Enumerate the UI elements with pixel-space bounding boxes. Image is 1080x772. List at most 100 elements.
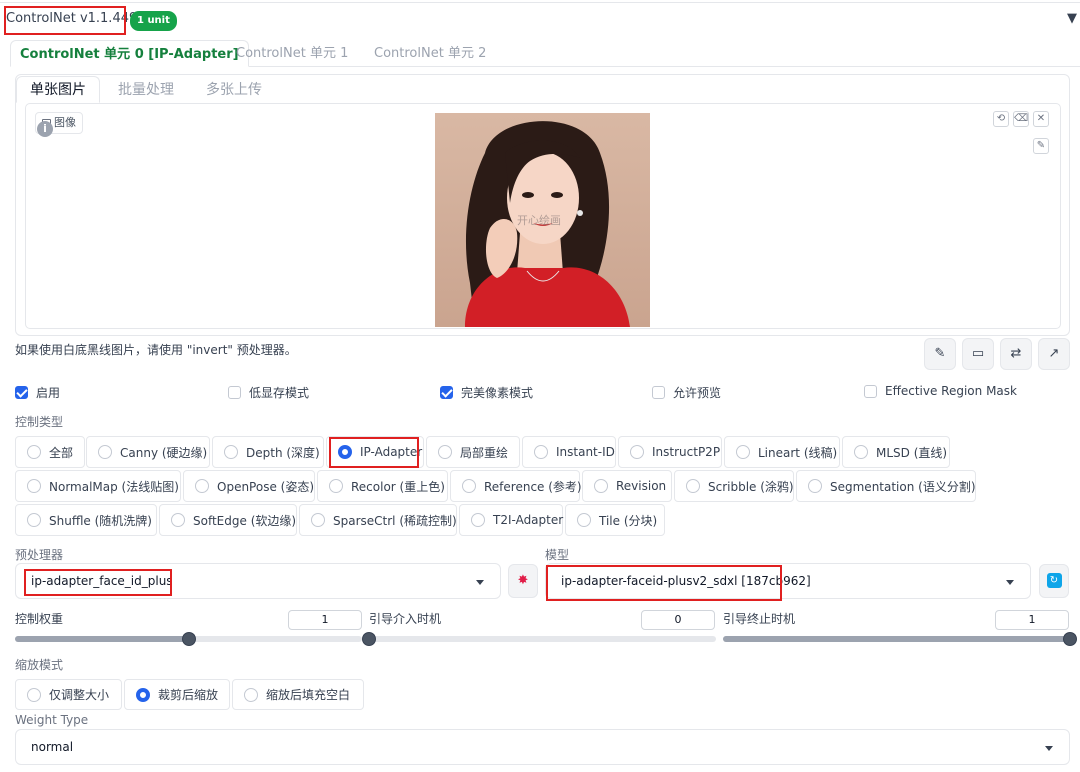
tab-single-image[interactable]: 单张图片 <box>16 76 100 103</box>
control-type-canny[interactable]: Canny (硬边缘) <box>86 436 210 468</box>
control-type-ip-adapter[interactable]: IP-Adapter <box>326 436 424 468</box>
control-type-softedge-radio[interactable] <box>171 513 185 527</box>
control-type-recolor-radio[interactable] <box>329 479 343 493</box>
checkbox-enable-box[interactable] <box>15 386 28 399</box>
checkbox-allow-preview[interactable]: 允许预览 <box>652 384 721 401</box>
guidance-end-input[interactable]: 1 <box>995 610 1069 630</box>
tab-unit-0[interactable]: ControlNet 单元 0 [IP-Adapter] <box>10 40 249 67</box>
control-type-sparsectrl-radio[interactable] <box>311 513 325 527</box>
control-type-reference-radio[interactable] <box>462 479 476 493</box>
guidance-start-slider[interactable] <box>362 632 716 646</box>
checkbox-low-vram-box[interactable] <box>228 386 241 399</box>
guidance-end-slider[interactable] <box>723 632 1077 646</box>
model-value: ip-adapter-faceid-plusv2_sdxl [187cb962] <box>561 574 811 588</box>
resize-mode-resize-fill[interactable]: 缩放后填充空白 <box>232 679 364 710</box>
camera-icon[interactable]: ▭ <box>962 338 994 370</box>
resize-mode-just-resize[interactable]: 仅调整大小 <box>15 679 122 710</box>
tab-batch[interactable]: 批量处理 <box>118 77 174 104</box>
control-weight-input[interactable]: 1 <box>288 610 362 630</box>
control-type-ip-adapter-radio[interactable] <box>338 445 352 459</box>
weight-type-select[interactable]: normal <box>15 729 1070 765</box>
control-type-segmentation[interactable]: Segmentation (语义分割) <box>796 470 976 502</box>
preprocessor-select[interactable]: ip-adapter_face_id_plus <box>15 563 501 599</box>
control-type-shuffle[interactable]: Shuffle (随机洗牌) <box>15 504 157 536</box>
guidance-start-input[interactable]: 0 <box>641 610 715 630</box>
control-type-instructp2p[interactable]: InstructP2P <box>618 436 722 468</box>
refresh-models-button[interactable]: ↻ <box>1039 564 1069 598</box>
control-type-instructp2p-radio[interactable] <box>630 445 644 459</box>
control-type-normalmap[interactable]: NormalMap (法线贴图) <box>15 470 181 502</box>
undo-icon[interactable]: ⟲ <box>993 111 1009 127</box>
info-icon[interactable]: i <box>37 121 53 137</box>
checkbox-enable[interactable]: 启用 <box>15 384 60 401</box>
control-type-lineart-radio[interactable] <box>736 445 750 459</box>
control-type-canny-label: Canny (硬边缘) <box>120 445 208 460</box>
control-type-inpaint[interactable]: 局部重绘 <box>426 436 520 468</box>
resize-mode-crop-resize[interactable]: 裁剪后缩放 <box>124 679 230 710</box>
control-type-t2i-adapter-radio[interactable] <box>471 513 485 527</box>
resize-mode-resize-fill-radio[interactable] <box>244 687 258 702</box>
checkbox-low-vram[interactable]: 低显存模式 <box>228 384 309 401</box>
control-weight-label: 控制权重 <box>15 612 64 626</box>
control-type-shuffle-radio[interactable] <box>27 513 41 527</box>
tab-multi-upload[interactable]: 多张上传 <box>206 77 262 104</box>
image-dropzone[interactable]: 图像 i 开心绘画 ⟲ ⌫ ✕ ✎ <box>25 103 1061 329</box>
control-type-segmentation-radio[interactable] <box>808 479 822 493</box>
control-type-reference[interactable]: Reference (参考) <box>450 470 582 502</box>
control-type-depth[interactable]: Depth (深度) <box>212 436 324 468</box>
run-preprocessor-icon[interactable]: ✸ <box>508 564 538 598</box>
eraser-icon[interactable]: ⌫ <box>1013 111 1029 127</box>
control-type-t2i-adapter[interactable]: T2I-Adapter <box>459 504 563 536</box>
guidance-end-thumb[interactable] <box>1063 632 1077 646</box>
panel-title[interactable]: ControlNet v1.1.449 <box>6 11 137 26</box>
close-icon[interactable]: ✕ <box>1033 111 1049 127</box>
triangle-down-icon[interactable]: ▼ <box>1067 11 1077 26</box>
model-select[interactable]: ip-adapter-faceid-plusv2_sdxl [187cb962] <box>545 563 1031 599</box>
control-type-softedge-label: SoftEdge (软边缘) <box>193 513 297 528</box>
control-type-segmentation-label: Segmentation (语义分割) <box>830 479 976 494</box>
control-type-instant-id[interactable]: Instant-ID <box>522 436 616 468</box>
checkbox-effective-region-mask-box[interactable] <box>864 384 877 398</box>
control-type-depth-label: Depth (深度) <box>246 445 320 460</box>
send-dimensions-icon[interactable]: ↗ <box>1038 338 1070 370</box>
control-type-mlsd[interactable]: MLSD (直线) <box>842 436 950 468</box>
swap-icon[interactable]: ⇄ <box>1000 338 1032 370</box>
resize-mode-just-resize-radio[interactable] <box>27 687 41 702</box>
resize-mode-crop-resize-radio[interactable] <box>136 687 150 702</box>
control-type-normalmap-radio[interactable] <box>27 479 41 493</box>
control-type-mlsd-radio[interactable] <box>854 445 868 459</box>
control-type-sparsectrl[interactable]: SparseCtrl (稀疏控制) <box>299 504 457 536</box>
control-type-all-radio[interactable] <box>27 445 41 459</box>
control-type-revision[interactable]: Revision <box>582 470 672 502</box>
brush-icon[interactable]: ✎ <box>1033 138 1049 154</box>
edit-icon[interactable]: ✎ <box>924 338 956 370</box>
control-type-lineart[interactable]: Lineart (线稿) <box>724 436 840 468</box>
control-type-inpaint-radio[interactable] <box>438 445 452 459</box>
control-type-canny-radio[interactable] <box>98 445 112 459</box>
control-type-scribble-radio[interactable] <box>686 479 700 493</box>
checkbox-allow-preview-box[interactable] <box>652 386 665 399</box>
tab-unit-1[interactable]: ControlNet 单元 1 <box>236 40 348 67</box>
checkbox-pixel-perfect[interactable]: 完美像素模式 <box>440 384 533 401</box>
control-weight-thumb[interactable] <box>181 632 196 646</box>
control-type-revision-radio[interactable] <box>594 479 608 493</box>
control-type-normalmap-label: NormalMap (法线贴图) <box>49 479 179 494</box>
control-type-tile-radio[interactable] <box>577 513 591 527</box>
checkbox-effective-region-mask[interactable]: Effective Region Mask <box>864 384 1017 398</box>
control-weight-slider[interactable] <box>15 632 362 646</box>
control-type-scribble[interactable]: Scribble (涂鸦) <box>674 470 794 502</box>
control-type-tile[interactable]: Tile (分块) <box>565 504 665 536</box>
tab-unit-2[interactable]: ControlNet 单元 2 <box>374 40 486 67</box>
resize-mode-label: 缩放模式 <box>15 658 64 672</box>
control-type-softedge[interactable]: SoftEdge (软边缘) <box>159 504 297 536</box>
control-type-all[interactable]: 全部 <box>15 436 85 468</box>
top-border <box>0 2 1080 3</box>
control-type-tile-label: Tile (分块) <box>599 513 658 528</box>
checkbox-pixel-perfect-box[interactable] <box>440 386 453 399</box>
control-type-recolor[interactable]: Recolor (重上色) <box>317 470 448 502</box>
control-type-instant-id-radio[interactable] <box>534 445 548 459</box>
control-type-depth-radio[interactable] <box>224 445 238 459</box>
control-type-openpose[interactable]: OpenPose (姿态) <box>183 470 315 502</box>
control-type-openpose-radio[interactable] <box>195 479 209 493</box>
guidance-start-thumb[interactable] <box>362 632 376 646</box>
